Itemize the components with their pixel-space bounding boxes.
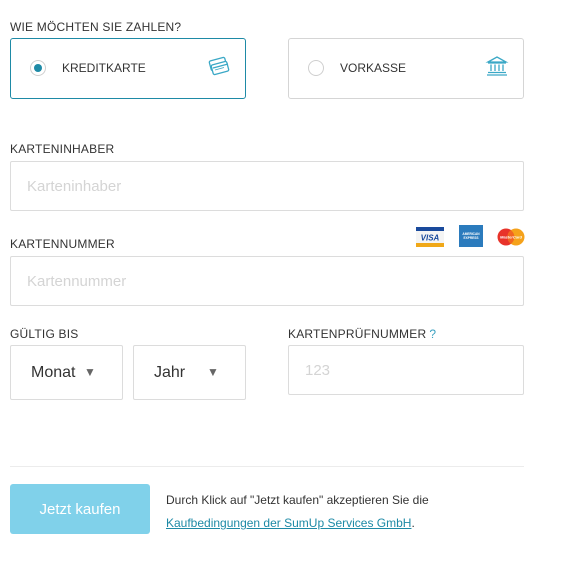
vorkasse-radio[interactable] [308, 60, 324, 76]
credit-cards-icon [208, 56, 230, 76]
mastercard-logo-text: MasterCard [500, 235, 523, 240]
expiry-label: GÜLTIG BIS [10, 327, 79, 341]
terms-suffix: . [411, 516, 415, 530]
expiry-year-select[interactable]: Jahr ▼ [133, 345, 246, 400]
expiry-year-value: Jahr [154, 364, 186, 381]
card-holder-field[interactable] [10, 161, 524, 211]
divider [10, 466, 524, 467]
card-number-input[interactable] [11, 257, 523, 305]
expiry-month-value: Monat [31, 364, 76, 381]
cvc-label-row: KARTENPRÜFNUMMER? [288, 327, 436, 341]
amex-logo: AMERICAN EXPRESS [459, 225, 483, 247]
expiry-month-select[interactable]: Monat ▼ [10, 345, 123, 400]
card-number-field[interactable] [10, 256, 524, 306]
kreditkarte-radio[interactable] [30, 60, 46, 76]
card-number-label: KARTENNUMMER [10, 237, 115, 251]
amex-logo-line2: EXPRESS [463, 236, 478, 240]
terms-link[interactable]: Kaufbedingungen der SumUp Services GmbH [166, 516, 411, 530]
mastercard-logo: MasterCard [496, 227, 526, 247]
vorkasse-label: VORKASSE [340, 61, 407, 75]
chevron-down-icon: ▼ [207, 365, 219, 379]
card-holder-label: KARTENINHABER [10, 142, 115, 156]
terms-link-row: Kaufbedingungen der SumUp Services GmbH. [166, 512, 429, 535]
visa-logo: VISA [416, 227, 444, 247]
terms-intro: Durch Klick auf "Jetzt kaufen" akzeptier… [166, 493, 429, 507]
visa-logo-text: VISA [421, 234, 440, 243]
cvc-help-icon[interactable]: ? [429, 327, 436, 341]
cvc-label: KARTENPRÜFNUMMER [288, 327, 427, 341]
cvc-field[interactable] [288, 345, 524, 395]
buy-now-button[interactable]: Jetzt kaufen [10, 484, 150, 534]
kreditkarte-label: KREDITKARTE [62, 61, 146, 75]
bank-icon [485, 56, 509, 76]
card-holder-input[interactable] [11, 162, 523, 210]
payment-option-vorkasse[interactable]: VORKASSE [288, 38, 524, 99]
terms-text: Durch Klick auf "Jetzt kaufen" akzeptier… [166, 489, 429, 535]
payment-option-kreditkarte[interactable]: KREDITKARTE [10, 38, 246, 99]
chevron-down-icon: ▼ [84, 365, 96, 379]
cvc-input[interactable] [289, 346, 523, 394]
payment-method-heading: WIE MÖCHTEN SIE ZAHLEN? [10, 20, 182, 34]
